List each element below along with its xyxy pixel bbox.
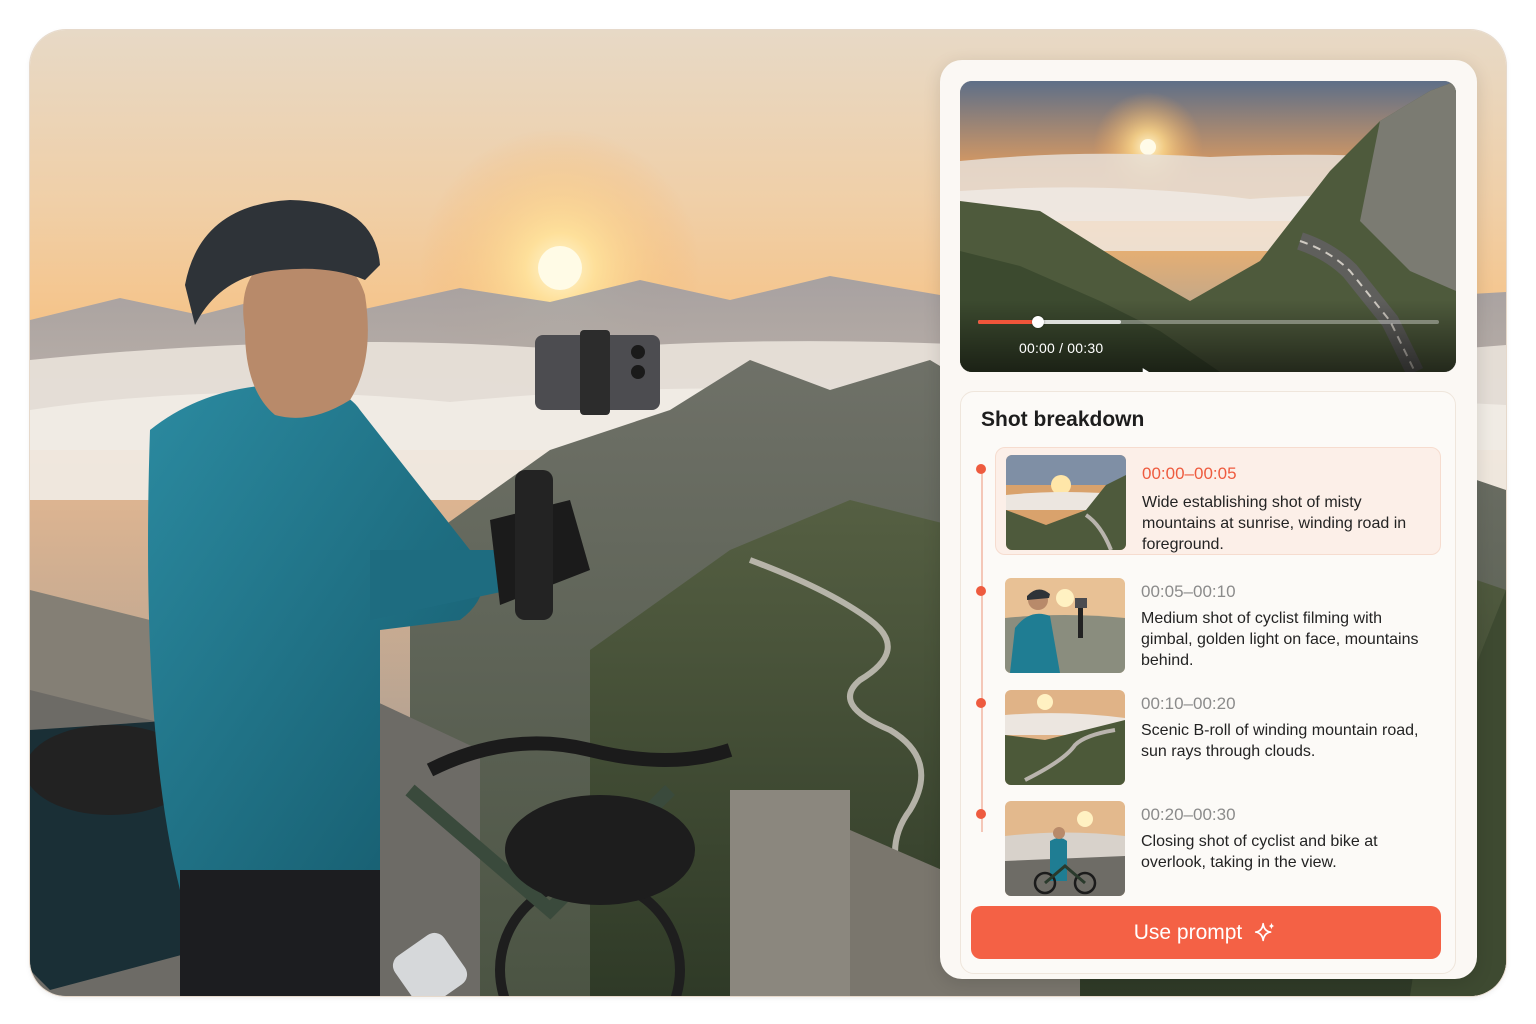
shot-thumbnail bbox=[1006, 455, 1126, 550]
play-button[interactable] bbox=[982, 339, 1150, 372]
shot-time: 00:00–00:05 bbox=[1142, 464, 1237, 483]
shot-time: 00:10–00:20 bbox=[1141, 694, 1236, 713]
shot-description: Wide establishing shot of misty mountain… bbox=[1142, 494, 1407, 553]
shot-item-1[interactable]: 00:00–00:05 Wide establishing shot of mi… bbox=[995, 447, 1441, 555]
shot-time: 00:05–00:10 bbox=[1141, 582, 1236, 601]
timeline-line bbox=[981, 472, 983, 832]
fullscreen-button[interactable] bbox=[1416, 338, 1438, 360]
fullscreen-icon bbox=[1416, 338, 1456, 372]
shot-item-2[interactable]: 00:05–00:10 Medium shot of cyclist filmi… bbox=[995, 570, 1441, 678]
video-time: 00:00 / 00:30 bbox=[1019, 340, 1104, 356]
use-prompt-label: Use prompt bbox=[1133, 920, 1243, 944]
shot-item-3[interactable]: 00:10–00:20 Scenic B-roll of winding mou… bbox=[995, 682, 1441, 790]
shot-breakdown-title: Shot breakdown bbox=[981, 408, 1145, 431]
timeline-dot bbox=[976, 586, 986, 596]
progress-scrubber-handle[interactable] bbox=[1031, 316, 1044, 328]
shot-thumbnail bbox=[1005, 690, 1125, 785]
timeline-dot bbox=[976, 698, 986, 708]
shot-thumbnail bbox=[1005, 801, 1125, 896]
hero-photo-frame: 00:00 / 00:30 Shot breakdown 00:00–00:05… bbox=[30, 30, 1506, 996]
sparkle-icon bbox=[1255, 922, 1275, 941]
shot-thumbnail bbox=[1005, 578, 1125, 673]
timeline-dot bbox=[976, 809, 986, 819]
timeline-dot bbox=[976, 464, 986, 474]
shot-item-4[interactable]: 00:20–00:30 Closing shot of cyclist and … bbox=[995, 792, 1441, 900]
shot-time: 00:20–00:30 bbox=[1141, 805, 1236, 824]
video-progress-bar[interactable] bbox=[978, 316, 1439, 328]
video-player[interactable]: 00:00 / 00:30 bbox=[960, 81, 1456, 372]
shot-breakdown: Shot breakdown 00:00–00:05 Wide establis… bbox=[960, 391, 1456, 974]
shot-description: Closing shot of cyclist and bike at over… bbox=[1141, 833, 1378, 871]
shot-description: Medium shot of cyclist filming with gimb… bbox=[1141, 610, 1419, 669]
use-prompt-button[interactable]: Use prompt bbox=[971, 906, 1441, 959]
volume-button[interactable] bbox=[1370, 337, 1396, 359]
prompt-panel: 00:00 / 00:30 Shot breakdown 00:00–00:05… bbox=[940, 60, 1477, 979]
shot-description: Scenic B-roll of winding mountain road, … bbox=[1141, 722, 1419, 760]
